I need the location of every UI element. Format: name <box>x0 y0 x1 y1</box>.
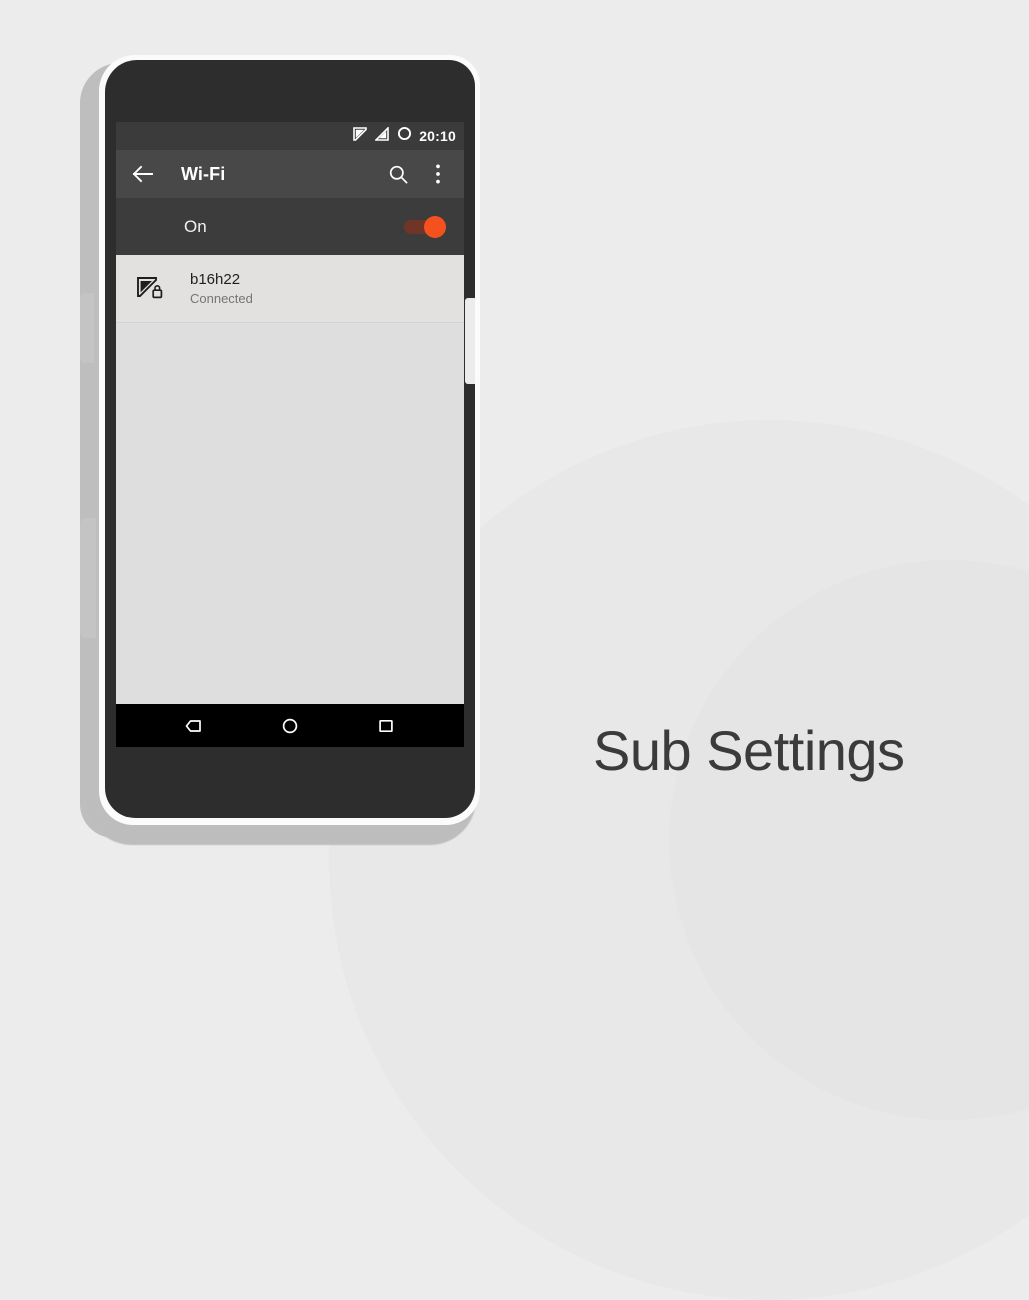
network-ssid: b16h22 <box>190 270 241 288</box>
empty-list-area <box>116 323 464 704</box>
phone-side-button <box>465 298 475 384</box>
signal-cellular-icon <box>374 125 390 146</box>
nav-recents-button[interactable] <box>364 711 408 741</box>
more-vert-icon[interactable] <box>425 161 451 187</box>
page-title: Wi-Fi <box>181 163 226 184</box>
network-status: Connected <box>190 290 253 306</box>
status-bar: 20:10 <box>116 122 464 150</box>
battery-circle-icon <box>397 126 412 146</box>
status-bar-icons <box>353 125 412 146</box>
phone-mockup: 20:10 Wi-Fi On b16h22 Connected <box>80 55 480 845</box>
nav-home-button[interactable] <box>268 711 312 741</box>
nav-back-button[interactable] <box>172 711 216 741</box>
wifi-off-icon <box>353 126 368 146</box>
list-item[interactable]: b16h22 Connected <box>116 255 464 323</box>
phone-power-button <box>80 518 96 638</box>
toggle-thumb <box>424 215 446 238</box>
device-screen: 20:10 Wi-Fi On b16h22 Connected <box>116 122 464 747</box>
app-toolbar: Wi-Fi <box>116 150 464 198</box>
caption-text: Sub Settings <box>593 719 905 782</box>
wifi-master-toggle[interactable] <box>404 215 446 238</box>
wifi-network-list: b16h22 Connected <box>116 255 464 323</box>
phone-volume-button <box>80 293 94 363</box>
list-item-text: b16h22 Connected <box>190 270 253 308</box>
wifi-master-switch-label: On <box>184 216 207 236</box>
system-navigation-bar <box>116 704 464 747</box>
status-bar-clock: 20:10 <box>419 128 456 144</box>
wifi-lock-icon <box>136 274 166 304</box>
search-icon[interactable] <box>385 161 411 187</box>
arrow-back-icon[interactable] <box>129 161 155 187</box>
wifi-master-switch-row[interactable]: On <box>116 198 464 255</box>
